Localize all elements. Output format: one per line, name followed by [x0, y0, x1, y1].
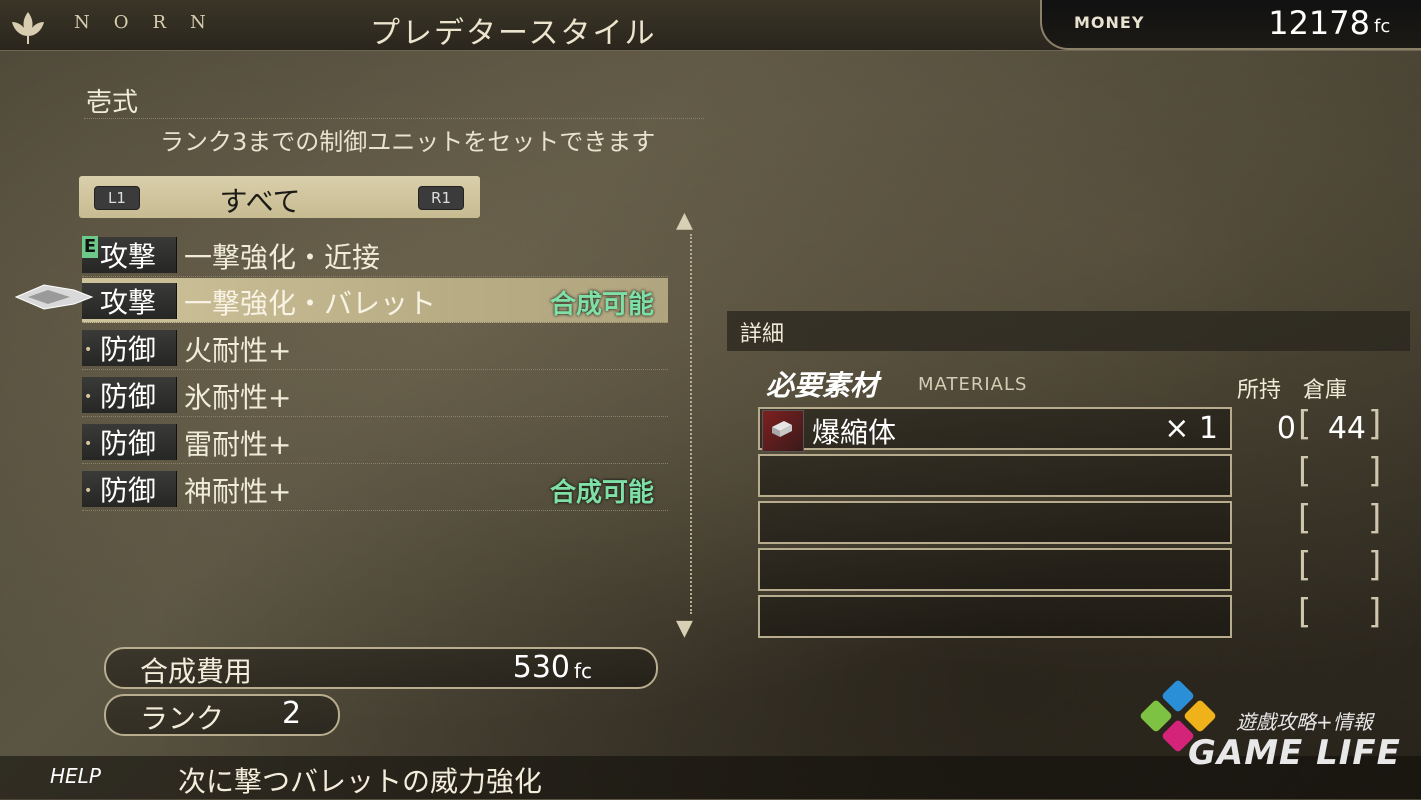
list-item[interactable]: • 防御 氷耐性+	[82, 372, 668, 417]
unit-name: 一撃強化・近接	[184, 241, 381, 274]
screen-title: プレデタースタイル	[370, 16, 657, 51]
craftable-badge: 合成可能	[549, 290, 654, 320]
dot-icon: •	[84, 389, 93, 405]
bracket-close: ]	[1368, 404, 1382, 444]
category-label: 防御	[100, 333, 157, 366]
category-label: 防御	[100, 380, 157, 413]
brand-text: NORN	[74, 12, 230, 33]
dot-icon: •	[84, 436, 93, 452]
norn-leaf-icon	[12, 12, 44, 44]
list-item[interactable]: • 防御 神耐性+ 合成可能	[82, 466, 668, 511]
bracket-open: [	[1298, 498, 1312, 538]
unit-name: 神耐性+	[184, 475, 292, 508]
material-storage: 44	[1327, 411, 1366, 446]
bracket-close: ]	[1368, 592, 1382, 632]
bracket-open: [	[1298, 545, 1312, 585]
style-name: 壱式	[86, 88, 139, 118]
dot-icon: •	[84, 342, 93, 358]
r1-button[interactable]: R1	[418, 186, 464, 210]
detail-header	[727, 311, 1410, 351]
dot-icon: •	[84, 483, 93, 499]
watermark-en: GAME LIFE	[1188, 733, 1401, 773]
materials-title: 必要素材	[766, 369, 879, 402]
bracket-close: ]	[1368, 545, 1382, 585]
list-item-selected[interactable]: 攻撃 一撃強化・バレット 合成可能	[82, 278, 668, 323]
material-slot	[758, 595, 1232, 638]
money-label: MONEY	[1074, 13, 1145, 32]
filter-label: すべて	[219, 185, 301, 218]
detail-label: 詳細	[740, 322, 785, 347]
material-slot	[758, 501, 1232, 544]
material-name: 爆縮体	[812, 416, 897, 449]
watermark-cn: 遊戲攻略+情報	[1236, 710, 1373, 734]
unit-name: 火耐性+	[184, 334, 292, 367]
money-value: 12178	[1268, 4, 1370, 42]
unit-name: 一撃強化・バレット	[184, 287, 437, 320]
material-required-qty: × 1	[1164, 411, 1218, 446]
bracket-open: [	[1298, 451, 1312, 491]
category-tag: • 防御	[82, 330, 177, 366]
rank-value: 2	[282, 696, 302, 731]
help-label: HELP	[50, 764, 101, 788]
craftable-badge: 合成可能	[549, 478, 654, 508]
list-item[interactable]: • 防御 火耐性+	[82, 325, 668, 370]
material-slot	[758, 548, 1232, 591]
rank-label: ランク	[140, 702, 225, 735]
l1-button[interactable]: L1	[94, 186, 140, 210]
ingot-icon	[772, 421, 792, 437]
unit-name: 氷耐性+	[184, 381, 292, 414]
unit-name: 雷耐性+	[184, 428, 292, 461]
materials-subtitle: MATERIALS	[918, 374, 1028, 395]
cost-unit: fc	[574, 659, 593, 683]
selection-cursor-icon	[14, 284, 94, 310]
scrollbar-track[interactable]	[690, 234, 692, 614]
list-item[interactable]: • 防御 雷耐性+	[82, 419, 668, 464]
cost-value: 530	[512, 650, 570, 685]
category-label: 防御	[100, 427, 157, 460]
material-slot	[758, 454, 1232, 497]
category-tag: 攻撃	[82, 283, 177, 319]
list-item[interactable]: 攻撃 一撃強化・近接	[82, 232, 668, 277]
category-tag: • 防御	[82, 424, 177, 460]
category-tag: • 防御	[82, 471, 177, 507]
storage-header: 倉庫	[1303, 378, 1348, 403]
cost-label: 合成費用	[140, 655, 253, 688]
owned-header: 所持	[1237, 378, 1282, 403]
category-label: 防御	[100, 474, 157, 507]
equipped-marker: E	[82, 236, 98, 258]
bracket-close: ]	[1368, 498, 1382, 538]
scroll-up-icon[interactable]: ▲	[676, 208, 693, 233]
divider	[84, 118, 704, 119]
style-description: ランク3までの制御ユニットをセットできます	[160, 128, 656, 156]
material-owned: 0	[1276, 411, 1296, 446]
category-tag: • 防御	[82, 377, 177, 413]
scroll-down-icon[interactable]: ▼	[676, 616, 693, 641]
money-unit: fc	[1374, 16, 1391, 37]
category-label: 攻撃	[100, 286, 157, 319]
bracket-close: ]	[1368, 451, 1382, 491]
bracket-open: [	[1298, 404, 1312, 444]
help-text: 次に撃つバレットの威力強化	[178, 765, 543, 798]
bracket-open: [	[1298, 592, 1312, 632]
category-label: 攻撃	[100, 240, 157, 273]
